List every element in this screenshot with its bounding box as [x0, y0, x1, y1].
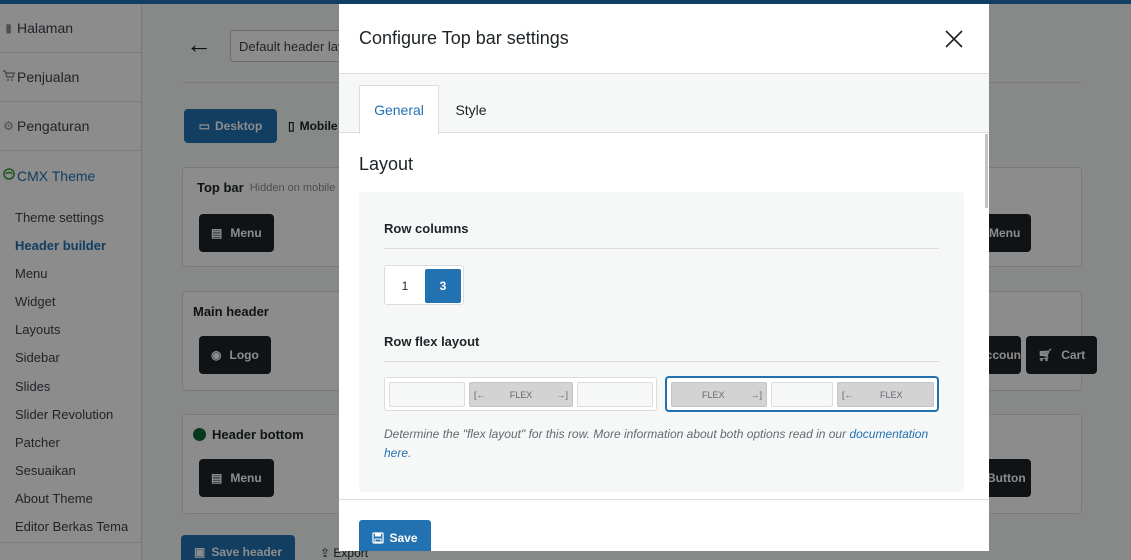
save-button[interactable]: Save — [359, 520, 431, 551]
flex-layout-option-2[interactable]: FLEX →] [← FLEX — [666, 377, 938, 411]
scrollbar[interactable] — [984, 134, 989, 499]
columns-option-1[interactable]: 1 — [387, 269, 423, 303]
flex-text: FLEX — [880, 389, 903, 400]
columns-option-3[interactable]: 3 — [425, 269, 461, 303]
divider — [384, 361, 939, 362]
arrow-left-icon: [← — [474, 389, 486, 400]
flex-column-box: [← FLEX — [837, 382, 934, 407]
flex-column-box — [771, 382, 833, 407]
flex-layout-help: Determine the "flex layout" for this row… — [384, 425, 939, 463]
save-icon — [372, 532, 385, 544]
modal-body: Layout Row columns 1 3 Row flex layout [… — [339, 134, 989, 499]
close-button[interactable] — [939, 24, 969, 54]
flex-layout-option-1[interactable]: [← FLEX →] — [384, 377, 657, 411]
row-columns-selector: 1 3 — [384, 265, 464, 305]
flex-text: FLEX — [701, 389, 725, 400]
arrow-right-icon: →] — [750, 389, 762, 400]
help-end: . — [408, 446, 412, 460]
help-text: Determine the "flex layout" for this row… — [384, 427, 847, 441]
flex-column-box — [389, 382, 465, 407]
flex-column-box — [577, 382, 653, 407]
scrollbar-thumb[interactable] — [985, 134, 988, 208]
modal-header: Configure Top bar settings — [339, 4, 989, 74]
modal-footer: Save — [339, 499, 989, 551]
close-icon — [945, 29, 963, 48]
arrow-left-icon: [← — [842, 389, 854, 400]
row-columns-label: Row columns — [384, 221, 469, 236]
modal-tabs: General Style — [339, 74, 989, 134]
tab-style[interactable]: Style — [445, 85, 497, 134]
configure-modal: Configure Top bar settings General Style… — [339, 4, 989, 551]
layout-panel: Row columns 1 3 Row flex layout [← FLEX … — [359, 192, 964, 492]
arrow-right-icon: →] — [556, 389, 568, 400]
row-flex-layout-label: Row flex layout — [384, 334, 480, 349]
flex-column-box: FLEX →] — [671, 382, 767, 407]
divider — [384, 248, 939, 249]
modal-title: Configure Top bar settings — [359, 28, 569, 48]
tab-general[interactable]: General — [359, 85, 439, 134]
flex-column-box: [← FLEX →] — [469, 382, 573, 407]
section-title: Layout — [359, 154, 414, 174]
flex-text: FLEX — [509, 389, 533, 400]
button-label: Save — [389, 531, 418, 545]
